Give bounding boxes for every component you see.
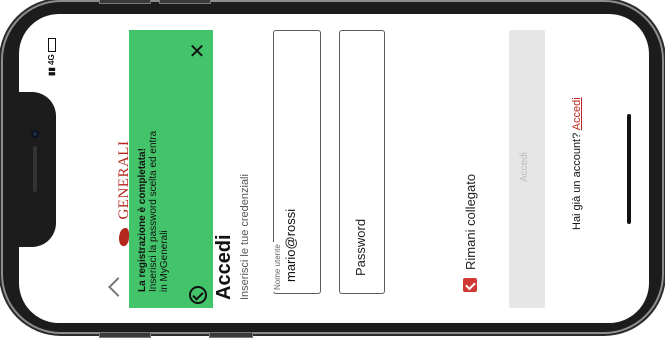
generali-logo: GENERALI: [115, 141, 133, 246]
banner-line-2: in MyGenerali: [159, 230, 170, 292]
brand-name: GENERALI: [116, 140, 132, 220]
page-title: Accedi: [213, 234, 235, 300]
notch: [19, 92, 56, 247]
status-network: ▮▮ 4G: [47, 38, 56, 76]
password-placeholder-wrap: Password: [353, 219, 368, 276]
volume-button: [99, 0, 151, 4]
power-button-2: [209, 332, 253, 338]
power-button: [99, 332, 151, 338]
account-prompt: Hai già un account? Accedi: [571, 97, 583, 230]
login-heading: Accedi: [213, 234, 236, 300]
remember-checkbox[interactable]: [463, 278, 477, 292]
account-prompt-text: Hai già un account?: [571, 132, 583, 230]
submit-label: Accedi: [519, 151, 530, 182]
app-screen: ▮▮ 4G La registrazione è completata! Ins…: [19, 14, 649, 323]
page-subtitle: Inserisci le tue credenziali: [239, 174, 251, 300]
banner-title: La registrazione è completata!: [137, 148, 148, 292]
signal-icon: ▮▮: [47, 67, 56, 76]
username-value-wrap: mario@rossi: [283, 209, 298, 282]
phone-frame: ▮▮ 4G La registrazione è completata! Ins…: [3, 0, 662, 338]
remember-label-wrap: Rimani collegato: [463, 174, 478, 270]
account-login-link[interactable]: Accedi: [571, 97, 583, 130]
battery-icon: [47, 38, 56, 53]
submit-label-wrap: Accedi: [519, 152, 530, 182]
username-label: Nome utente: [273, 242, 282, 292]
banner-text: La registrazione è completata! Inserisci…: [137, 112, 170, 292]
close-icon[interactable]: ✕: [187, 42, 207, 62]
success-banner: La registrazione è completata! Inserisci…: [129, 30, 213, 308]
speaker-grille: [33, 146, 37, 192]
remember-label: Rimani collegato: [463, 173, 478, 270]
lion-icon: [118, 228, 129, 246]
login-subtitle-wrap: Inserisci le tue credenziali: [239, 174, 251, 300]
volume-button-2: [159, 0, 211, 4]
password-placeholder: Password: [353, 218, 368, 276]
banner-line-1: Inserisci la password scelta ed entra: [148, 130, 159, 292]
check-circle-icon: [189, 286, 207, 304]
username-value: mario@rossi: [283, 208, 298, 282]
back-chevron-icon[interactable]: [108, 277, 128, 297]
camera-icon: [31, 130, 39, 138]
home-indicator[interactable]: [627, 114, 631, 224]
